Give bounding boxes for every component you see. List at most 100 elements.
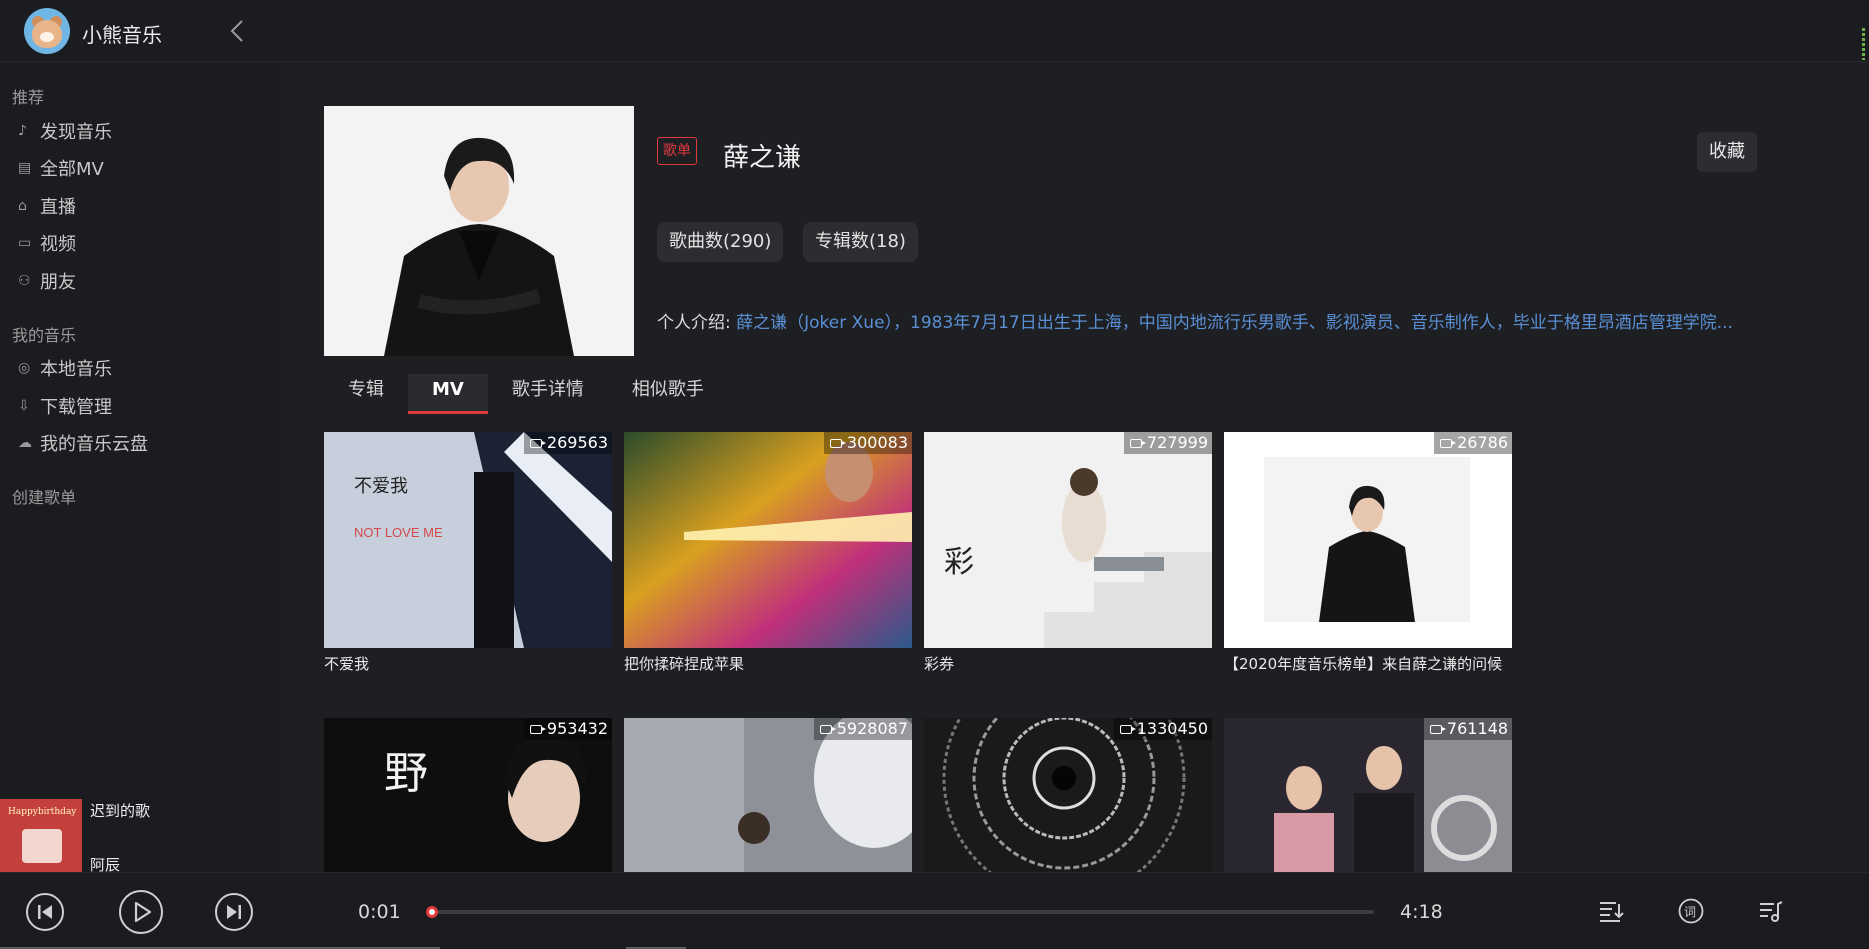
mv-title[interactable]: 【2020年度音乐榜单】来自薛之谦的问候	[1224, 654, 1512, 674]
playlist-button[interactable]	[1758, 898, 1784, 924]
artist-name: 薛之谦	[723, 143, 802, 173]
tab-mv[interactable]: MV	[408, 374, 488, 414]
app-window: 小熊音乐 推荐 ♪ 发现音乐 ▤ 全部MV ⌂ 直播 ▭ 视频 ⚇ 朋友 我的音…	[0, 0, 1869, 949]
mv-thumbnail[interactable]: 野 953432	[324, 718, 612, 872]
sidebar-item-video[interactable]: ▭ 视频	[18, 228, 76, 258]
sidebar-item-local-music[interactable]: ◎ 本地音乐	[18, 353, 112, 383]
sort-list-icon	[1600, 902, 1624, 922]
svg-text:词: 词	[1684, 905, 1696, 919]
main-content: 歌单 薛之谦 收藏 歌曲数(290) 专辑数(18) 个人介绍: 薛之谦（Jok…	[281, 62, 1869, 872]
artist-tabs: 专辑 MV 歌手详情 相似歌手	[324, 374, 728, 414]
mv-thumbnail[interactable]: 1330450	[924, 718, 1212, 872]
mv-title[interactable]: 把你揉碎捏成苹果	[624, 654, 912, 674]
sidebar: 推荐 ♪ 发现音乐 ▤ 全部MV ⌂ 直播 ▭ 视频 ⚇ 朋友 我的音乐 ◎ 本…	[0, 62, 281, 872]
sidebar-item-downloads[interactable]: ⇩ 下载管理	[18, 391, 112, 421]
total-time: 4:18	[1400, 901, 1443, 923]
video-camera-icon	[1429, 724, 1446, 734]
favorite-button[interactable]: 收藏	[1697, 132, 1757, 172]
current-time: 0:01	[358, 901, 401, 923]
play-count: 5928087	[813, 718, 912, 740]
playlist-icon	[1760, 901, 1783, 922]
local-music-icon: ◎	[18, 360, 31, 376]
tab-similar-artists[interactable]: 相似歌手	[608, 374, 728, 414]
playback-order-button[interactable]	[1598, 898, 1624, 924]
album-count[interactable]: 专辑数(18)	[803, 222, 918, 262]
previous-button[interactable]	[25, 892, 65, 932]
play-icon	[119, 890, 163, 934]
video-camera-icon: ▭	[18, 235, 32, 251]
chevron-left-icon	[230, 20, 243, 42]
skip-previous-icon	[26, 893, 64, 931]
document-icon: ▤	[18, 160, 32, 176]
back-button[interactable]	[226, 18, 250, 44]
next-button[interactable]	[214, 892, 254, 932]
video-camera-icon	[829, 438, 846, 448]
svg-text:彩: 彩	[944, 545, 974, 580]
sidebar-item-all-mv[interactable]: ▤ 全部MV	[18, 153, 104, 183]
mv-card[interactable]: 彩 727999 彩券	[924, 432, 1212, 674]
mv-card[interactable]: 300083 把你揉碎捏成苹果	[624, 432, 912, 674]
play-button[interactable]	[118, 889, 164, 935]
play-count: 761148	[1423, 718, 1512, 740]
mv-title[interactable]: 不爱我	[324, 654, 612, 674]
friends-icon: ⚇	[18, 273, 31, 289]
section-my-music: 我的音乐	[12, 326, 77, 345]
play-count: 727999	[1123, 432, 1212, 454]
mv-grid: 不爱我 NOT LOVE ME 269563 不爱我 300083 把你揉碎捏成…	[324, 432, 1524, 872]
download-icon: ⇩	[18, 398, 30, 414]
play-count: 1330450	[1113, 718, 1212, 740]
live-tv-icon: ⌂	[18, 198, 27, 214]
mv-thumbnail[interactable]: 26786	[1224, 432, 1512, 648]
tab-artist-details[interactable]: 歌手详情	[488, 374, 608, 414]
video-camera-icon	[1119, 724, 1136, 734]
playlist-tag: 歌单	[657, 137, 697, 165]
artist-photo	[324, 106, 634, 356]
mv-card[interactable]: 1330450	[924, 718, 1212, 872]
mv-thumbnail[interactable]: 彩 727999	[924, 432, 1212, 648]
play-count: 269563	[523, 432, 612, 454]
sidebar-item-live[interactable]: ⌂ 直播	[18, 191, 76, 221]
progress-handle[interactable]	[425, 906, 438, 918]
sidebar-item-discover[interactable]: ♪ 发现音乐	[18, 116, 112, 146]
svg-text:NOT LOVE ME: NOT LOVE ME	[354, 525, 443, 540]
player-bar: 0:01 4:18 词	[0, 872, 1869, 949]
now-playing-cover[interactable]: Happybirthday	[0, 799, 82, 872]
app-title: 小熊音乐	[82, 23, 162, 47]
mv-card[interactable]: 26786 【2020年度音乐榜单】来自薛之谦的问候	[1224, 432, 1512, 674]
mv-card[interactable]: 野 953432	[324, 718, 612, 872]
music-note-icon: ♪	[18, 123, 27, 139]
play-count: 300083	[823, 432, 912, 454]
section-recommend: 推荐	[12, 88, 45, 107]
lyrics-icon: 词	[1678, 898, 1704, 924]
bio-label: 个人介绍:	[657, 313, 731, 333]
bio-text[interactable]: 薛之谦（Joker Xue），1983年7月17日出生于上海，中国内地流行乐男歌…	[736, 313, 1733, 333]
video-camera-icon	[819, 724, 836, 734]
mv-card[interactable]: 5928087	[624, 718, 912, 872]
song-count[interactable]: 歌曲数(290)	[657, 222, 784, 262]
mv-thumbnail[interactable]: 300083	[624, 432, 912, 648]
tab-albums[interactable]: 专辑	[324, 374, 408, 414]
cloud-icon: ☁	[18, 435, 32, 451]
play-count: 26786	[1434, 432, 1512, 454]
play-count: 953432	[523, 718, 612, 740]
mv-title[interactable]: 彩券	[924, 654, 1212, 674]
video-camera-icon	[529, 438, 546, 448]
video-camera-icon	[1440, 438, 1457, 448]
sidebar-item-cloud[interactable]: ☁ 我的音乐云盘	[18, 428, 148, 458]
progress-bar[interactable]	[425, 906, 1374, 918]
mv-card[interactable]: 761148	[1224, 718, 1512, 872]
mv-thumbnail[interactable]: 不爱我 NOT LOVE ME 269563	[324, 432, 612, 648]
app-logo	[24, 8, 70, 54]
mv-thumbnail[interactable]: 5928087	[624, 718, 912, 872]
lyrics-button[interactable]: 词	[1678, 898, 1704, 924]
svg-text:不爱我: 不爱我	[354, 476, 408, 497]
video-camera-icon	[529, 724, 546, 734]
video-camera-icon	[1129, 438, 1146, 448]
mv-card[interactable]: 不爱我 NOT LOVE ME 269563 不爱我	[324, 432, 612, 674]
sidebar-item-friends[interactable]: ⚇ 朋友	[18, 266, 76, 296]
now-playing-song[interactable]: 迟到的歌	[90, 800, 150, 821]
volume-meter	[1862, 28, 1865, 60]
skip-next-icon	[215, 893, 253, 931]
mv-thumbnail[interactable]: 761148	[1224, 718, 1512, 872]
section-create-playlist[interactable]: 创建歌单	[12, 484, 76, 508]
